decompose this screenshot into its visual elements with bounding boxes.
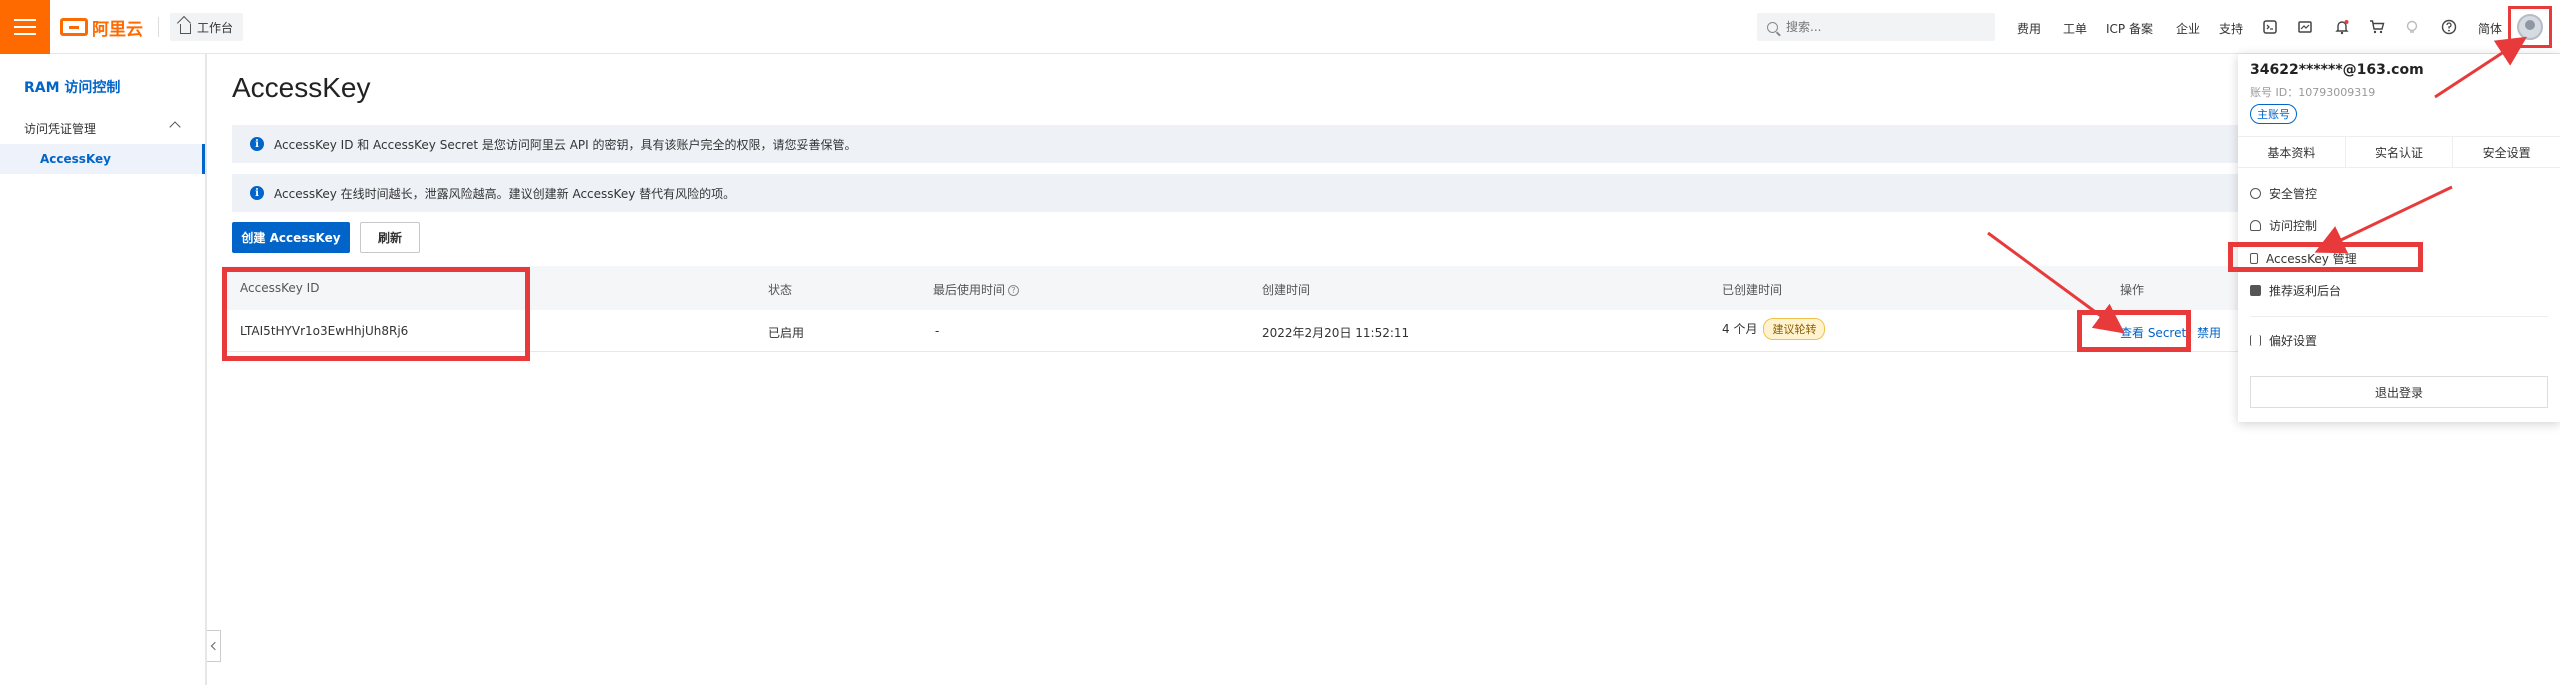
menu-item-access-control[interactable]: 访问控制 <box>2250 217 2317 234</box>
workbench-label: 工作台 <box>197 20 234 35</box>
page-title: AccessKey <box>232 72 371 103</box>
cart-icon[interactable] <box>2369 19 2385 35</box>
divider <box>2250 316 2548 317</box>
divider <box>158 17 159 37</box>
account-email: 34622******@163.com <box>2250 62 2424 78</box>
disable-link[interactable]: 禁用 <box>2197 324 2221 341</box>
sidebar-title[interactable]: RAM 访问控制 <box>24 77 120 97</box>
gift-icon <box>2250 285 2261 296</box>
link-support[interactable]: 支持 <box>2219 20 2243 37</box>
search-input[interactable] <box>1786 20 1986 34</box>
column-header-created: 创建时间 <box>1262 283 1311 297</box>
notice-text: AccessKey ID 和 AccessKey Secret 是您访问阿里云 … <box>274 137 857 152</box>
account-type-badge: 主账号 <box>2250 104 2297 124</box>
notice-banner-secret: i AccessKey ID 和 AccessKey Secret 是您访问阿里… <box>232 125 2242 163</box>
column-header-age: 已创建时间 <box>1722 283 1783 297</box>
language-switcher[interactable]: 简体 <box>2478 20 2502 37</box>
aliyun-logo[interactable]: 阿里云 <box>60 14 143 40</box>
notice-text: AccessKey 在线时间越长，泄露风险越高。建议创建新 AccessKey … <box>274 186 736 201</box>
tab-profile[interactable]: 基本资料 <box>2238 137 2346 167</box>
last-used-cell: - <box>935 324 940 338</box>
account-id: 账号 ID：10793009319 <box>2250 86 2376 99</box>
bell-icon[interactable] <box>2334 19 2350 35</box>
home-icon <box>180 24 191 34</box>
refresh-button[interactable]: 刷新 <box>360 222 420 253</box>
sidebar-item-accesskey[interactable]: AccessKey <box>0 144 205 174</box>
help-icon[interactable]: ? <box>1008 285 1020 296</box>
sidebar-item-label: AccessKey <box>40 152 111 166</box>
chevron-left-icon <box>210 641 220 651</box>
account-dropdown: 34622******@163.com 账号 ID：10793009319 主账… <box>2238 54 2560 422</box>
link-icp[interactable]: ICP 备案 <box>2106 20 2153 37</box>
created-at-cell: 2022年2月20日 11:52:11 <box>1262 326 1410 340</box>
top-bar: 阿里云 工作台 费用 工单 ICP 备案 企业 支持 简体 <box>0 0 2560 54</box>
chevron-up-icon[interactable] <box>169 121 181 133</box>
avatar <box>2517 14 2543 40</box>
message-icon[interactable] <box>2297 19 2313 35</box>
workbench-button[interactable]: 工作台 <box>170 13 244 41</box>
tab-verification[interactable]: 实名认证 <box>2346 137 2454 167</box>
logo-mark-icon <box>60 18 88 36</box>
status-cell: 已启用 <box>768 326 805 340</box>
shield-icon <box>2250 188 2261 199</box>
search-box[interactable] <box>1757 13 1995 41</box>
age-cell: 4 个月 建议轮转 <box>1722 318 1826 340</box>
menu-item-security-control[interactable]: 安全管控 <box>2250 185 2317 202</box>
rotation-badge: 建议轮转 <box>1763 318 1826 340</box>
menu-icon <box>14 19 36 35</box>
link-tickets[interactable]: 工单 <box>2063 20 2087 37</box>
menu-item-preferences[interactable]: 偏好设置 <box>2250 332 2317 349</box>
column-header-last-used: 最后使用时间? <box>933 281 1020 298</box>
avatar-button[interactable] <box>2508 6 2552 48</box>
notice-banner-rotation: i AccessKey 在线时间越长，泄露风险越高。建议创建新 AccessKe… <box>232 174 2242 212</box>
sidebar-group-credentials[interactable]: 访问凭证管理 <box>24 120 96 137</box>
terminal-icon[interactable] <box>2262 19 2278 35</box>
search-icon <box>1767 21 1778 33</box>
tab-security-settings[interactable]: 安全设置 <box>2453 137 2560 167</box>
link-enterprise[interactable]: 企业 <box>2176 20 2200 37</box>
help-icon[interactable] <box>2441 19 2457 35</box>
hamburger-menu-button[interactable] <box>0 0 50 54</box>
logo-text: 阿里云 <box>92 19 143 40</box>
info-icon: i <box>250 137 264 151</box>
link-fees[interactable]: 费用 <box>2017 20 2041 37</box>
annotation-box-view-secret <box>2077 310 2191 352</box>
info-icon: i <box>250 186 264 200</box>
sidebar: RAM 访问控制 访问凭证管理 AccessKey <box>0 54 207 685</box>
logout-button[interactable]: 退出登录 <box>2250 376 2548 408</box>
account-tabs: 基本资料 实名认证 安全设置 <box>2238 136 2560 168</box>
column-header-status: 状态 <box>768 283 793 297</box>
cloud-icon <box>2250 220 2261 231</box>
sidebar-collapse-button[interactable] <box>207 630 221 662</box>
sliders-icon <box>2250 335 2261 346</box>
column-header-actions: 操作 <box>2120 283 2145 297</box>
annotation-box-accesskey-menu <box>2228 242 2423 272</box>
bulb-icon[interactable] <box>2404 19 2420 35</box>
annotation-box-id <box>222 267 530 361</box>
create-accesskey-button[interactable]: 创建 AccessKey <box>232 222 350 253</box>
menu-item-referral[interactable]: 推荐返利后台 <box>2250 282 2341 299</box>
